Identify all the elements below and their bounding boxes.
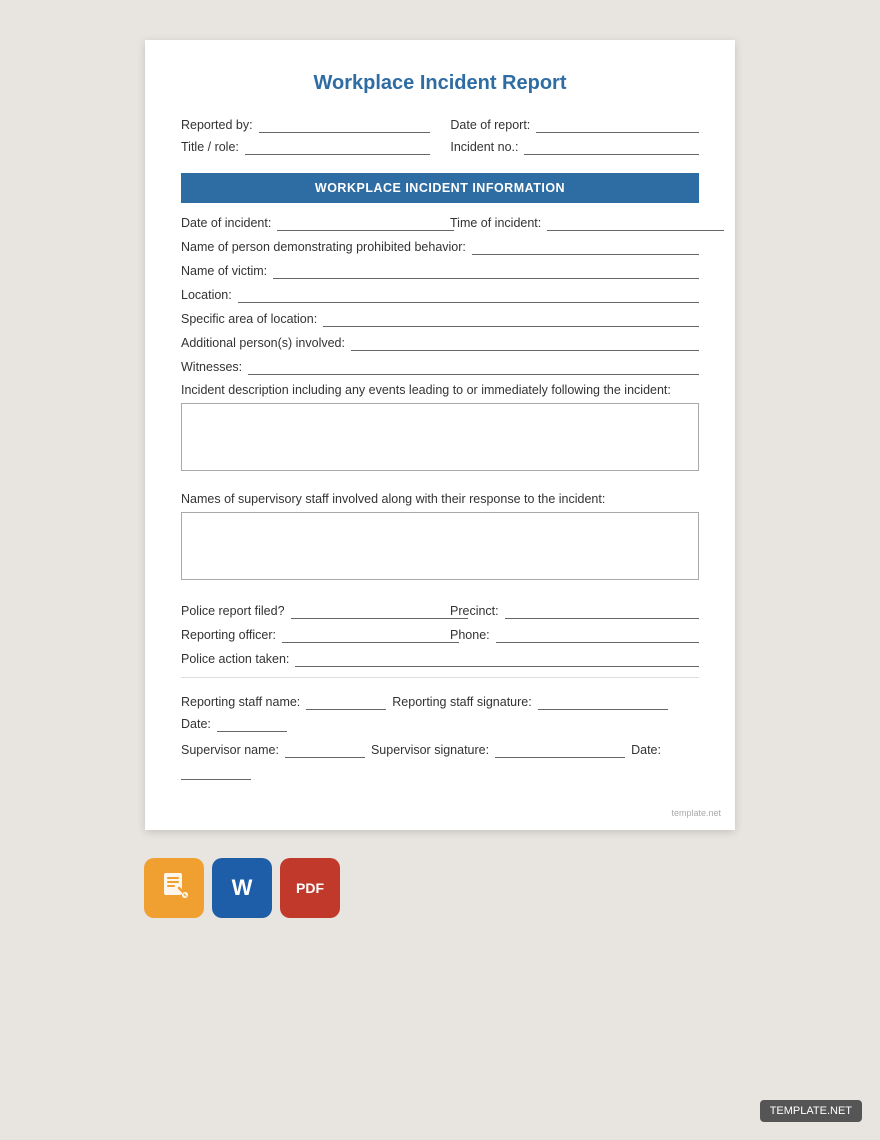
witnesses-input[interactable] (248, 359, 699, 375)
date-of-report-row: Date of report: (450, 117, 699, 133)
police-section: Police report filed? Precinct: Reporting… (181, 603, 699, 667)
date-left: Date of incident: (181, 215, 440, 231)
phone-label: Phone: (450, 628, 490, 642)
date-incident-label: Date of incident: (181, 216, 271, 230)
supervisory-staff-textarea[interactable] (181, 512, 699, 580)
victim-row: Name of victim: (181, 263, 699, 279)
prohibited-behavior-row: Name of person demonstrating prohibited … (181, 239, 699, 255)
incident-no-input[interactable] (524, 139, 699, 155)
supervisor-sig-row: Supervisor name: Supervisor signature: D… (181, 742, 699, 780)
location-label: Location: (181, 288, 232, 302)
reported-by-row: Reported by: (181, 117, 430, 133)
header-left: Reported by: Title / role: (181, 117, 430, 161)
staff-sig-row: Reporting staff name: Reporting staff si… (181, 694, 699, 732)
police-action-label: Police action taken: (181, 652, 289, 666)
victim-label: Name of victim: (181, 264, 267, 278)
incident-no-label: Incident no.: (450, 140, 518, 154)
header-fields: Reported by: Title / role: Date of repor… (181, 117, 699, 161)
date-of-report-label: Date of report: (450, 118, 530, 132)
title-role-label: Title / role: (181, 140, 239, 154)
supervisor-date-label: Date: (631, 743, 661, 757)
document-title: Workplace Incident Report (181, 72, 699, 95)
precinct-input[interactable] (505, 603, 699, 619)
police-action-row: Police action taken: (181, 651, 699, 667)
witnesses-row: Witnesses: (181, 359, 699, 375)
phone-right: Phone: (450, 627, 699, 643)
svg-text:✎: ✎ (183, 893, 187, 899)
supervisor-sig-label: Supervisor signature: (371, 743, 489, 757)
incident-desc-textarea[interactable] (181, 403, 699, 471)
precinct-right: Precinct: (450, 603, 699, 619)
time-incident-input[interactable] (547, 215, 724, 231)
staff-sig-input[interactable] (538, 694, 668, 710)
section-header: WORKPLACE INCIDENT INFORMATION (181, 173, 699, 203)
date-incident-input[interactable] (277, 215, 454, 231)
pages-icon: ✎ (159, 870, 189, 907)
date-time-row: Date of incident: Time of incident: (181, 215, 699, 231)
template-badge: TEMPLATE.NET (760, 1100, 862, 1122)
prohibited-behavior-input[interactable] (472, 239, 699, 255)
word-icon-button[interactable]: W (212, 858, 272, 918)
precinct-label: Precinct: (450, 604, 499, 618)
watermark: template.net (671, 808, 721, 818)
title-role-row: Title / role: (181, 139, 430, 155)
police-action-input[interactable] (295, 651, 699, 667)
staff-date-input[interactable] (217, 716, 287, 732)
incident-desc-label: Incident description including any event… (181, 383, 699, 397)
supervisor-date-input[interactable] (181, 764, 251, 780)
date-of-report-input[interactable] (536, 117, 699, 133)
prohibited-behavior-label: Name of person demonstrating prohibited … (181, 240, 466, 254)
header-right: Date of report: Incident no.: (450, 117, 699, 161)
location-row: Location: (181, 287, 699, 303)
additional-persons-label: Additional person(s) involved: (181, 336, 345, 350)
additional-persons-row: Additional person(s) involved: (181, 335, 699, 351)
additional-persons-input[interactable] (351, 335, 699, 351)
staff-name-label: Reporting staff name: (181, 695, 300, 709)
specific-area-input[interactable] (323, 311, 699, 327)
divider (181, 677, 699, 678)
police-filed-left: Police report filed? (181, 603, 440, 619)
officer-phone-row: Reporting officer: Phone: (181, 627, 699, 643)
location-input[interactable] (238, 287, 699, 303)
staff-sig-label: Reporting staff signature: (392, 695, 531, 709)
police-filed-label: Police report filed? (181, 604, 285, 618)
signature-section: Reporting staff name: Reporting staff si… (181, 694, 699, 780)
pdf-icon: PDF (296, 880, 324, 896)
supervisory-staff-label: Names of supervisory staff involved alon… (181, 492, 699, 506)
victim-input[interactable] (273, 263, 699, 279)
word-icon: W (232, 875, 253, 901)
document: Workplace Incident Report Reported by: T… (145, 40, 735, 830)
police-filed-input[interactable] (291, 603, 468, 619)
pdf-icon-button[interactable]: PDF (280, 858, 340, 918)
supervisor-name-input[interactable] (285, 742, 365, 758)
officer-input[interactable] (282, 627, 459, 643)
phone-input[interactable] (496, 627, 699, 643)
witnesses-label: Witnesses: (181, 360, 242, 374)
reported-by-label: Reported by: (181, 118, 253, 132)
officer-left: Reporting officer: (181, 627, 440, 643)
time-right: Time of incident: (450, 215, 709, 231)
staff-date-label: Date: (181, 717, 211, 731)
supervisor-sig-input[interactable] (495, 742, 625, 758)
bottom-icons: ✎ W PDF (144, 858, 340, 918)
title-role-input[interactable] (245, 139, 430, 155)
police-filed-row: Police report filed? Precinct: (181, 603, 699, 619)
officer-label: Reporting officer: (181, 628, 276, 642)
incident-no-row: Incident no.: (450, 139, 699, 155)
reported-by-input[interactable] (259, 117, 430, 133)
specific-area-label: Specific area of location: (181, 312, 317, 326)
time-incident-label: Time of incident: (450, 216, 541, 230)
specific-area-row: Specific area of location: (181, 311, 699, 327)
page-wrapper: Workplace Incident Report Reported by: T… (0, 0, 880, 938)
pages-icon-button[interactable]: ✎ (144, 858, 204, 918)
staff-name-input[interactable] (306, 694, 386, 710)
supervisor-name-label: Supervisor name: (181, 743, 279, 757)
